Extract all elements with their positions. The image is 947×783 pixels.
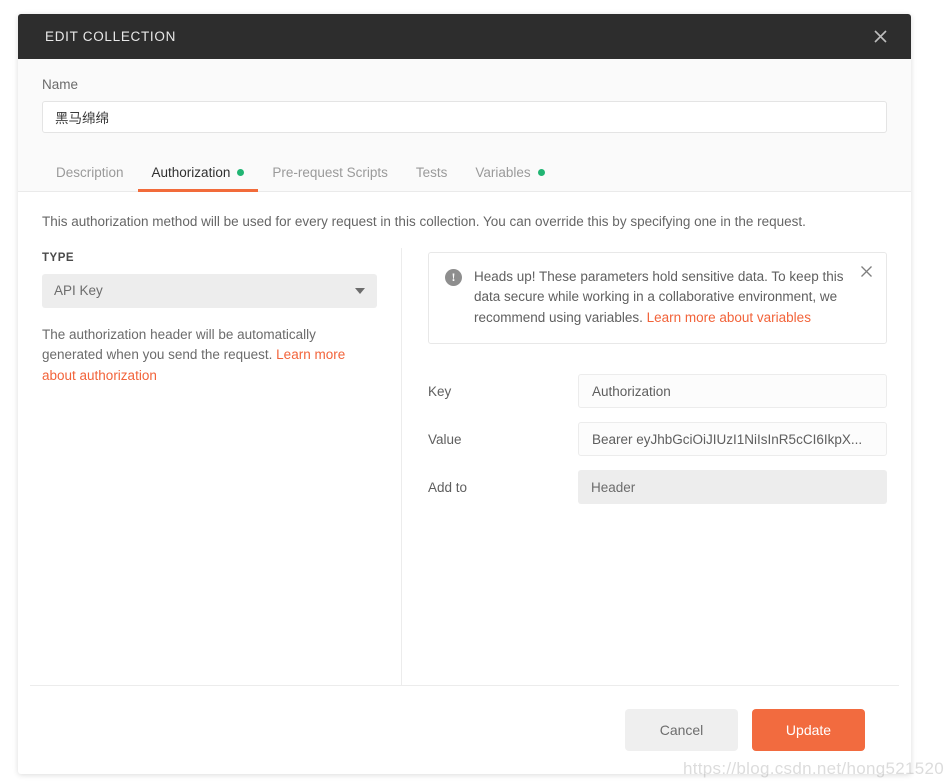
add-to-select[interactable]: Header [578, 470, 887, 505]
auth-params-list: Key Value Add to Header [428, 374, 887, 505]
cancel-button[interactable]: Cancel [625, 709, 738, 751]
key-input[interactable] [578, 374, 887, 409]
tab-label: Authorization [151, 165, 231, 180]
authorization-intro: This authorization method will be used f… [42, 214, 806, 229]
tab-status-dot [237, 169, 245, 176]
key-label: Key [428, 383, 452, 399]
auth-helper-text: The authorization header will be automat… [42, 325, 377, 388]
value-label: Value [428, 431, 462, 447]
auth-type-select[interactable]: API Key [42, 273, 377, 308]
collection-name-input[interactable] [42, 101, 887, 133]
tab-label: Description [56, 165, 124, 180]
tab-label: Pre-request Scripts [272, 165, 388, 180]
tab-variables[interactable]: Variables [461, 165, 558, 191]
banner-close-icon[interactable] [860, 265, 873, 278]
screen: EDIT COLLECTION Name Description Authori… [0, 0, 947, 783]
learn-more-variables-link[interactable]: Learn more about variables [647, 310, 811, 325]
add-to-value: Header [591, 479, 636, 495]
modal-header: EDIT COLLECTION [18, 14, 911, 59]
edit-collection-modal: EDIT COLLECTION Name Description Authori… [18, 14, 911, 774]
tab-pre-request-scripts[interactable]: Pre-request Scripts [258, 165, 402, 191]
auth-helper-prefix: The authorization header will be automat… [42, 326, 316, 363]
sensitive-data-banner: ! Heads up! These parameters hold sensit… [428, 251, 887, 345]
value-row: Value [428, 422, 887, 457]
tab-description[interactable]: Description [42, 165, 138, 191]
auth-type-value: API Key [54, 283, 103, 299]
add-to-row: Add to Header [428, 470, 887, 505]
tab-label: Variables [475, 165, 531, 180]
name-label: Name [42, 77, 79, 92]
value-input[interactable] [578, 422, 887, 457]
banner-text: Heads up! These parameters hold sensitiv… [474, 267, 844, 329]
update-button[interactable]: Update [752, 709, 865, 751]
collection-header-area: Name Description Authorization Pre-reque… [18, 59, 911, 192]
tab-status-dot [537, 169, 545, 176]
modal-title: EDIT COLLECTION [45, 29, 177, 44]
authorization-panel: This authorization method will be used f… [18, 192, 911, 685]
add-to-label: Add to [428, 479, 468, 495]
tab-label: Tests [415, 165, 448, 180]
exclamation-icon: ! [445, 268, 462, 286]
type-label: TYPE [42, 251, 75, 264]
params-column: ! Heads up! These parameters hold sensit… [402, 248, 887, 685]
close-icon[interactable] [865, 22, 895, 52]
authorization-columns: TYPE API Key The authorization header wi… [42, 247, 887, 685]
tab-tests[interactable]: Tests [402, 165, 462, 191]
modal-footer: Cancel Update [30, 685, 899, 774]
type-column: TYPE API Key The authorization header wi… [42, 247, 402, 685]
tab-bar: Description Authorization Pre-request Sc… [42, 155, 887, 192]
key-row: Key [428, 374, 887, 409]
tab-authorization[interactable]: Authorization [137, 165, 259, 192]
chevron-down-icon [355, 287, 365, 294]
